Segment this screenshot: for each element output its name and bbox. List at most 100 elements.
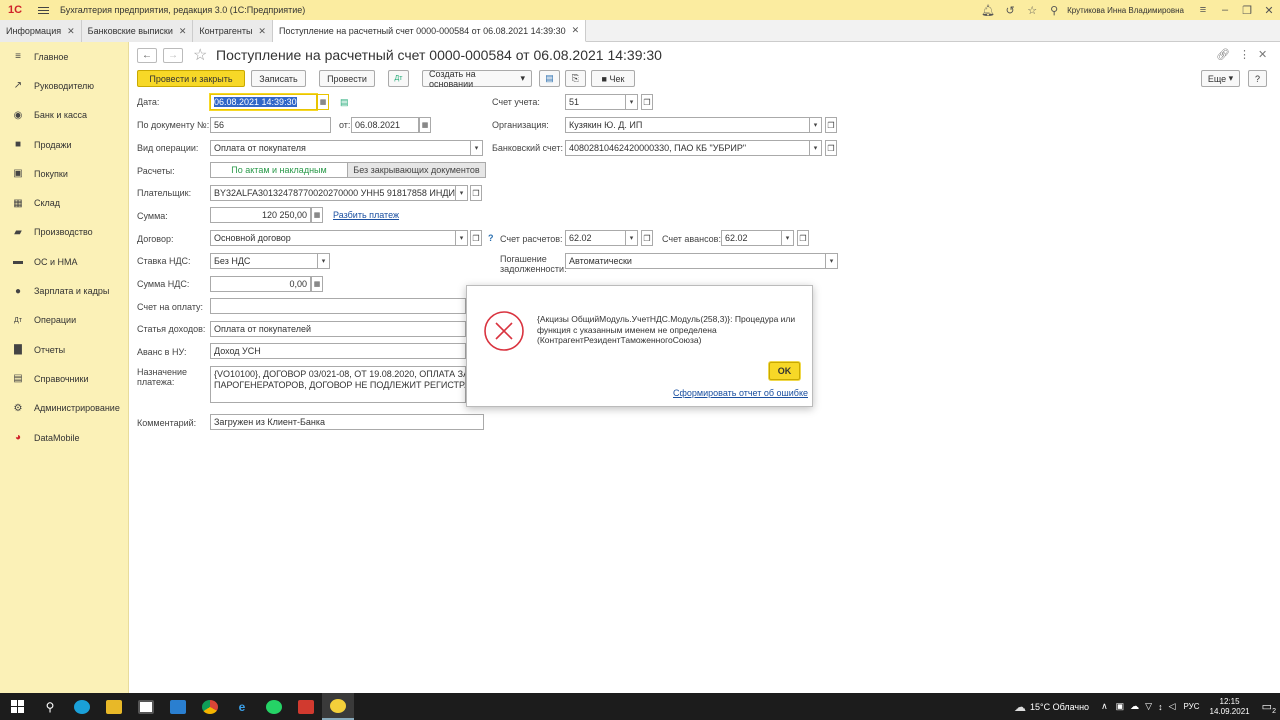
history-edit-icon[interactable]: ▤	[340, 97, 349, 108]
sidebar-item-warehouse[interactable]: ▦ Склад	[0, 188, 128, 217]
organization-field[interactable]: Кузякин Ю. Д. ИП	[565, 117, 810, 133]
dt-kt-button[interactable]: Дт	[388, 70, 409, 87]
forward-button[interactable]: →	[163, 48, 183, 63]
optype-field[interactable]: Оплата от покупателя	[210, 140, 471, 156]
tab-info[interactable]: Информация ✕	[0, 20, 82, 42]
sidebar-item-catalogs[interactable]: ▤ Справочники	[0, 364, 128, 393]
tab-receipt-document[interactable]: Поступление на расчетный счет 0000-00058…	[272, 20, 587, 42]
chevron-down-icon[interactable]: ▾	[456, 185, 468, 201]
chevron-down-icon[interactable]: ▾	[471, 140, 483, 156]
network-icon[interactable]: ▣	[1116, 701, 1125, 712]
search-icon[interactable]: ⚲	[1043, 0, 1065, 20]
bell-icon[interactable]: 🔔︎	[977, 0, 999, 20]
onedrive-icon[interactable]: ☁	[1130, 701, 1139, 712]
debt-repayment-field[interactable]: Автоматически	[565, 253, 826, 269]
usb-icon[interactable]: ↕	[1158, 702, 1163, 712]
contract-field[interactable]: Основной договор	[210, 230, 456, 246]
user-name[interactable]: Крутикова Инна Владимировна	[1067, 6, 1184, 15]
from-date-field[interactable]: 06.08.2021	[351, 117, 419, 133]
help-button[interactable]: ?	[1248, 70, 1267, 87]
settle-by-acts-option[interactable]: По актам и накладным	[210, 162, 348, 178]
chevron-down-icon[interactable]: ▾	[318, 253, 330, 269]
edge-icon[interactable]	[66, 693, 98, 720]
wifi-icon[interactable]: ▽	[1145, 701, 1152, 712]
close-icon[interactable]: ✕	[572, 25, 580, 36]
error-report-link[interactable]: Сформировать отчет об ошибке	[673, 388, 808, 398]
close-icon[interactable]: ✕	[1258, 0, 1280, 20]
vat-sum-field[interactable]: 0,00	[210, 276, 311, 292]
chevron-down-icon[interactable]: ▾	[782, 230, 794, 246]
comment-field[interactable]: Загружен из Клиент-Банка	[210, 414, 484, 430]
open-icon[interactable]: ❐	[641, 94, 653, 110]
chevron-down-icon[interactable]: ▾	[456, 230, 468, 246]
advance-account-field[interactable]: 62.02	[721, 230, 782, 246]
date-field[interactable]: 06.08.2021 14:39:30	[210, 94, 317, 110]
sidebar-item-purchases[interactable]: ▣ Покупки	[0, 159, 128, 188]
chevron-down-icon[interactable]: ▾	[626, 230, 638, 246]
open-icon[interactable]: ❐	[825, 117, 837, 133]
history-icon[interactable]: ↺	[999, 0, 1021, 20]
vat-rate-field[interactable]: Без НДС	[210, 253, 318, 269]
notifications-icon[interactable]: ▭ 2	[1262, 700, 1276, 715]
ie-icon[interactable]: e	[226, 693, 258, 720]
close-icon[interactable]: ✕	[179, 26, 187, 37]
weather-text[interactable]: 15°C Облачно	[1030, 702, 1089, 712]
chevron-down-icon[interactable]: ▾	[810, 117, 822, 133]
chevron-down-icon[interactable]: ▾	[810, 140, 822, 156]
sidebar-item-admin[interactable]: ⚙ Администрирование	[0, 394, 128, 423]
payer-field[interactable]: BY32ALFA30132478770020270000 УНН5 918178…	[210, 185, 456, 201]
favorite-star-icon[interactable]: ☆	[193, 45, 207, 65]
language-indicator[interactable]: РУС	[1184, 702, 1200, 711]
account-field[interactable]: 51	[565, 94, 626, 110]
speaker-icon[interactable]: ◁	[1169, 701, 1176, 712]
calculator-icon[interactable]: ▦	[311, 276, 323, 292]
1c-app-icon[interactable]	[322, 693, 354, 720]
tab-counterparties[interactable]: Контрагенты ✕	[193, 20, 273, 42]
sidebar-item-director[interactable]: ↗ Руководителю	[0, 71, 128, 100]
star-icon[interactable]: ☆	[1021, 0, 1043, 20]
mail-icon[interactable]	[162, 693, 194, 720]
advance-tax-field[interactable]: Доход УСН	[210, 343, 466, 359]
open-icon[interactable]: ❐	[797, 230, 809, 246]
chevron-down-icon[interactable]: ▾	[626, 94, 638, 110]
sum-field[interactable]: 120 250,00	[210, 207, 311, 223]
link-icon[interactable]: 🔗︎	[1216, 48, 1230, 61]
more-button[interactable]: Еще ▾	[1201, 70, 1240, 87]
store-icon[interactable]	[130, 693, 162, 720]
chrome-icon[interactable]	[194, 693, 226, 720]
settle-account-field[interactable]: 62.02	[565, 230, 626, 246]
invoice-field[interactable]	[210, 298, 466, 314]
settle-no-docs-option[interactable]: Без закрывающих документов	[348, 162, 486, 178]
purpose-field[interactable]: {VO10100}, ДОГОВОР 03/021-08, ОТ 19.08.2…	[210, 366, 466, 403]
sidebar-item-bank[interactable]: ◉ Банк и касса	[0, 101, 128, 130]
windows-start-icon[interactable]	[0, 693, 34, 720]
create-based-on-button[interactable]: Создать на основании ▾	[422, 69, 532, 89]
open-icon[interactable]: ❐	[641, 230, 653, 246]
sidebar-item-operations[interactable]: Дт Операции	[0, 306, 128, 335]
post-button[interactable]: Провести	[319, 70, 375, 87]
calculator-icon[interactable]: ▦	[311, 207, 323, 223]
split-payment-link[interactable]: Разбить платеж	[333, 210, 399, 220]
back-button[interactable]: ←	[137, 48, 157, 63]
sidebar-item-reports[interactable]: ▇ Отчеты	[0, 335, 128, 364]
close-icon[interactable]: ✕	[67, 26, 75, 37]
open-icon[interactable]: ❐	[470, 230, 482, 246]
post-and-close-button[interactable]: Провести и закрыть	[137, 70, 245, 87]
check-button[interactable]: ■ Чек	[591, 70, 635, 87]
search-icon[interactable]: ⚲	[34, 693, 66, 720]
anydesk-icon[interactable]	[290, 693, 322, 720]
tray-chevron-icon[interactable]: ∧	[1101, 701, 1108, 712]
calendar-icon[interactable]: ▦	[419, 117, 431, 133]
income-item-field[interactable]: Оплата от покупателей	[210, 321, 466, 337]
more-vertical-icon[interactable]: ⋮	[1239, 48, 1250, 61]
clock[interactable]: 12:15 14.09.2021	[1210, 697, 1250, 717]
sidebar-item-salary[interactable]: ● Зарплата и кадры	[0, 276, 128, 305]
bank-account-field[interactable]: 40802810462420000330, ПАО КБ "УБРИР"	[565, 140, 810, 156]
minimize-icon[interactable]: –	[1214, 0, 1236, 20]
attach-icon[interactable]: ⎘	[565, 70, 586, 87]
main-menu-icon[interactable]	[38, 0, 52, 20]
sidebar-item-main[interactable]: ≡ Главное	[0, 42, 128, 71]
sidebar-item-production[interactable]: ▰ Производство	[0, 218, 128, 247]
open-icon[interactable]: ❐	[470, 185, 482, 201]
close-icon[interactable]: ✕	[258, 26, 266, 37]
